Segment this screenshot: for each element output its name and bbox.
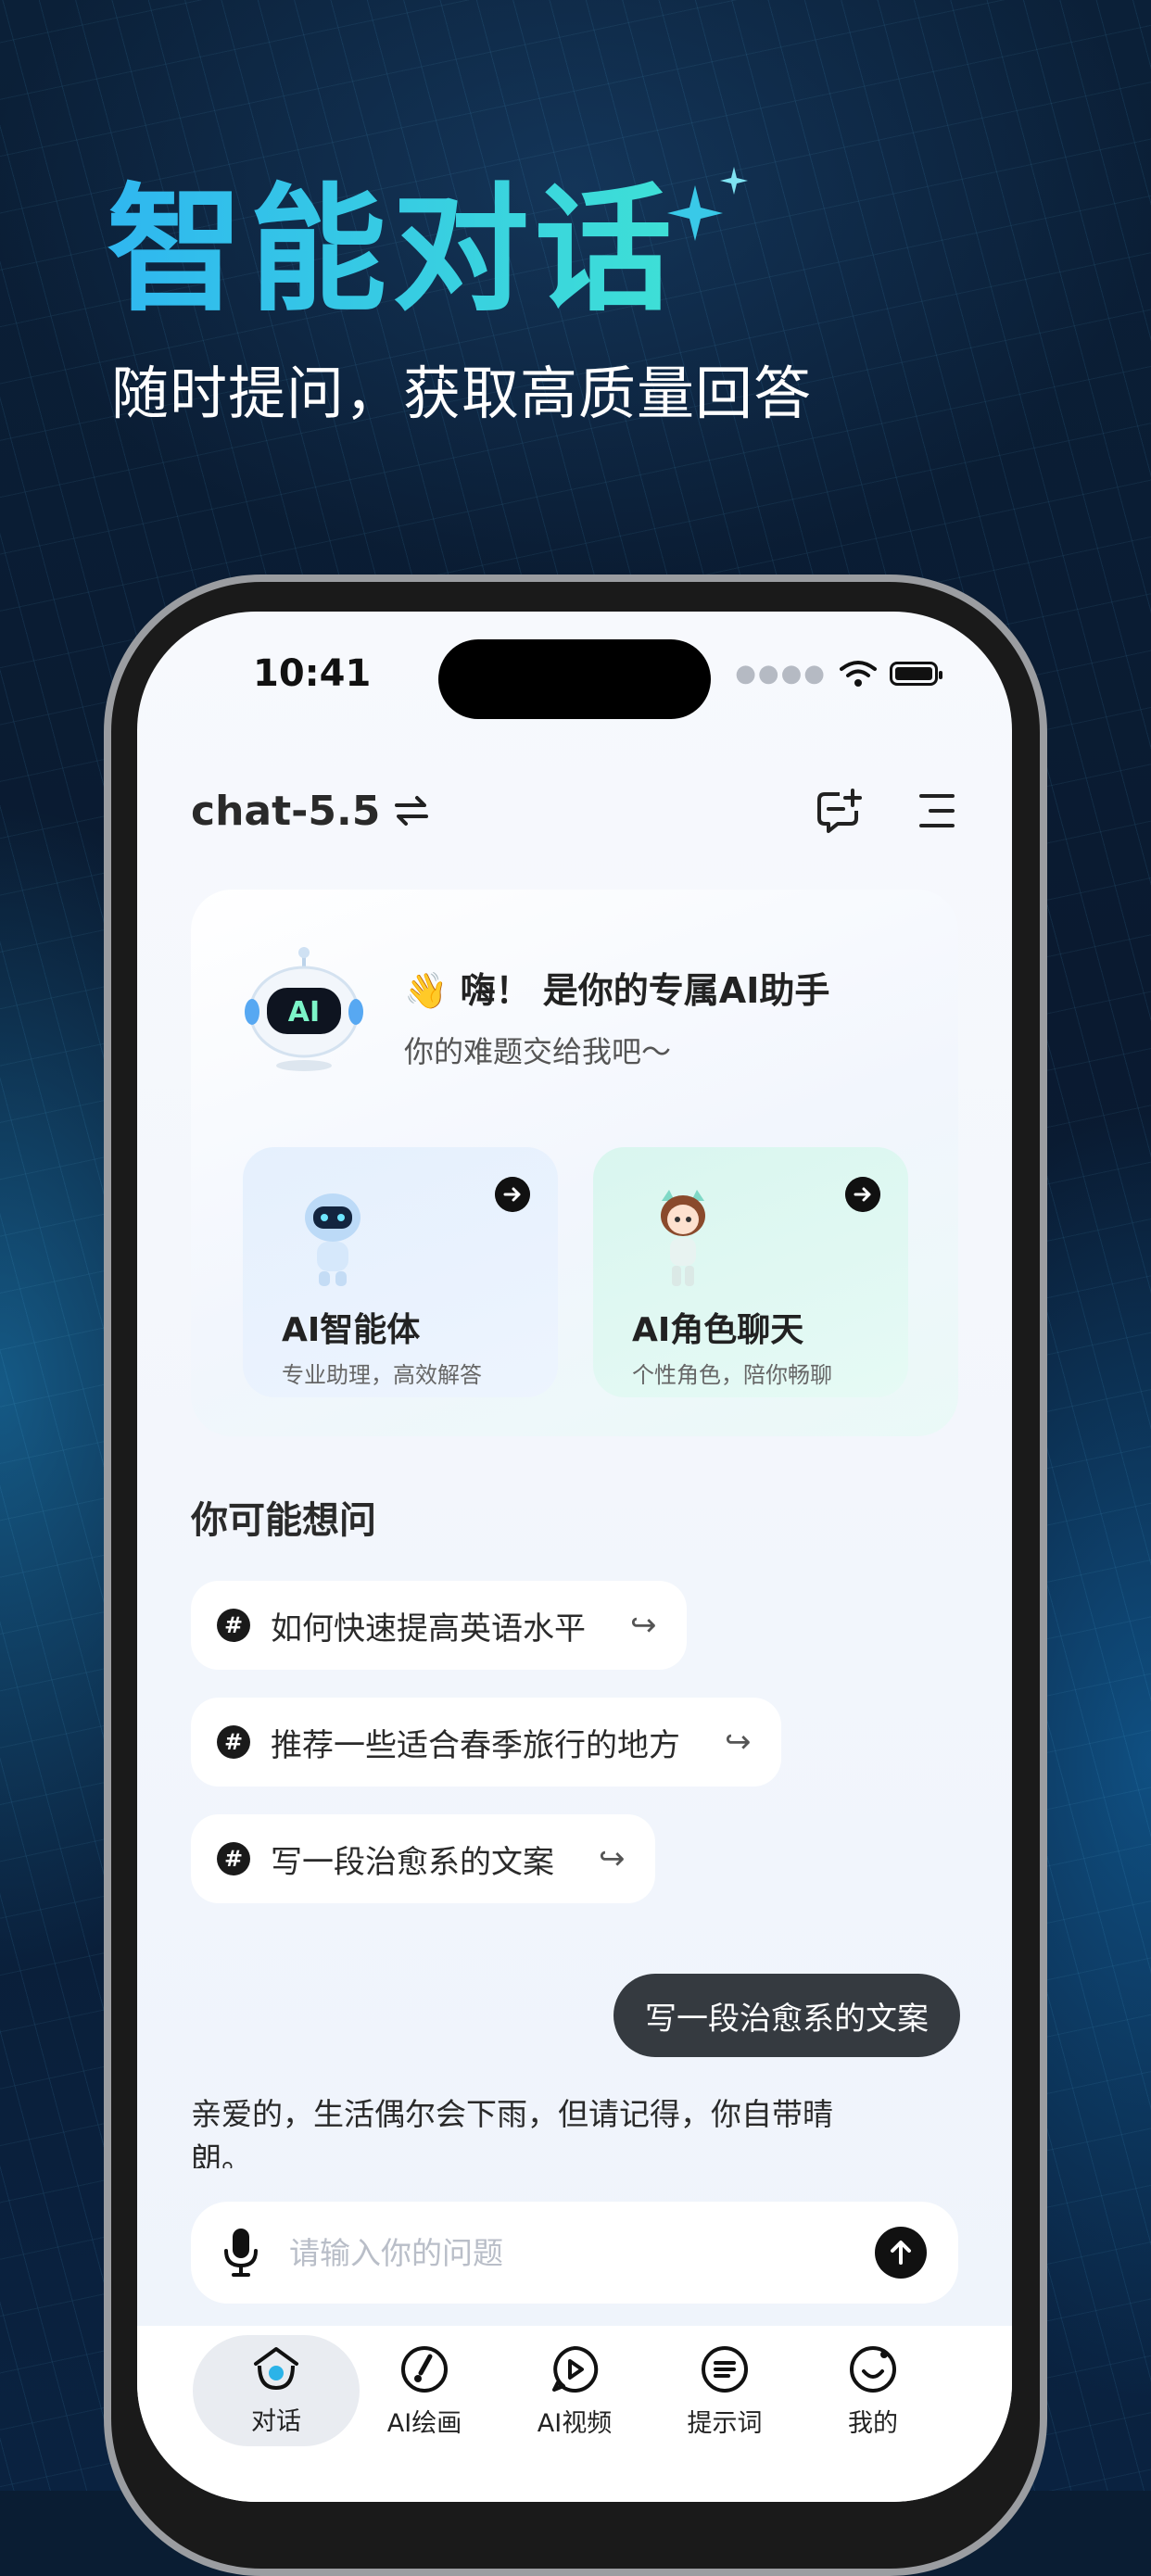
question-input[interactable]: [287, 2233, 875, 2272]
tab-label: 提示词: [687, 2408, 763, 2438]
greeting-line: 👋 嗨！ 是你的专属AI助手: [404, 962, 829, 1013]
sparkle-icon: [667, 167, 748, 241]
suggestion-text: 如何快速提高英语水平: [271, 1610, 586, 1648]
suggestion-chip[interactable]: # 如何快速提高英语水平 ↪: [191, 1581, 687, 1670]
suggestion-chip[interactable]: # 写一段治愈系的文案 ↪: [191, 1814, 655, 1903]
assistant-reply: 亲爱的，生活偶尔会下雨，但请记得，你自带晴朗。: [191, 2096, 833, 2168]
robot-face-label: AI: [288, 996, 320, 1029]
tab-label: 对话: [251, 2406, 301, 2436]
tab-label: AI绘画: [386, 2408, 462, 2438]
welcome-card: AI 👋 嗨！ 是你的专属AI助手 你的难题交给我吧～ AI智能体 专业助理，高…: [191, 890, 958, 1436]
prompt-tab-icon: [702, 2345, 748, 2393]
blue-robot-illustration: [305, 1193, 360, 1286]
phone-screen: 10:41 ●●●● chat-5.5 AI 👋 嗨！ 是你的专属AI助手 你的…: [137, 612, 1012, 2502]
suggestion-text: 推荐一些适合春季旅行的地方: [271, 1726, 680, 1764]
hashtag-icon: #: [217, 1842, 250, 1875]
tab-ai-video[interactable]: AI视频: [491, 2335, 658, 2446]
model-name: chat-5.5: [191, 787, 381, 835]
wifi-icon: [840, 661, 877, 687]
greeting-subtext: 你的难题交给我吧～: [404, 1034, 672, 1069]
status-time: 10:41: [253, 652, 372, 695]
tab-label: 我的: [848, 2408, 898, 2438]
character-illustration: [661, 1190, 705, 1286]
tab-chat[interactable]: 对话: [193, 2335, 360, 2446]
new-chat-icon[interactable]: [816, 787, 864, 835]
user-message-bubble: 写一段治愈系的文案: [613, 1974, 960, 2057]
hashtag-icon: #: [217, 1725, 250, 1759]
chat-tab-icon: [254, 2346, 298, 2390]
forward-arrow-icon: ↪: [599, 1840, 626, 1877]
hashtag-icon: #: [217, 1609, 250, 1642]
tab-label: AI视频: [537, 2408, 613, 2438]
chat-input-bar: [191, 2202, 958, 2304]
app-header: chat-5.5: [191, 778, 958, 843]
smile-profile-icon: [850, 2345, 896, 2393]
ai-role-chat-card[interactable]: AI角色聊天 个性角色，陪你畅聊: [593, 1147, 908, 1397]
dynamic-island: [438, 639, 711, 719]
promo-title: 智能对话: [107, 170, 677, 330]
video-play-tab-icon: [552, 2345, 599, 2393]
arrow-right-icon: [845, 1177, 880, 1212]
swap-arrows-icon: [395, 796, 429, 826]
bottom-tab-bar: 对话 AI绘画 AI视频 提示词 我的: [137, 2326, 1012, 2502]
card-subtitle: 个性角色，陪你畅聊: [632, 1362, 832, 1388]
signal-dots-icon: ●●●●: [735, 660, 827, 688]
tab-profile[interactable]: 我的: [790, 2335, 956, 2446]
suggestion-text: 写一段治愈系的文案: [271, 1843, 554, 1881]
microphone-icon[interactable]: [222, 2227, 259, 2279]
wave-hand-icon: 👋: [404, 970, 449, 1011]
suggestions-heading: 你可能想问: [191, 1499, 376, 1542]
brush-tab-icon: [401, 2345, 448, 2393]
ai-agent-card[interactable]: AI智能体 专业助理，高效解答: [243, 1147, 558, 1397]
arrow-up-icon: [891, 2241, 911, 2265]
model-switcher[interactable]: chat-5.5: [191, 788, 430, 835]
promo-subtitle: 随时提问，获取高质量回答: [111, 360, 813, 427]
tab-ai-drawing[interactable]: AI绘画: [341, 2335, 508, 2446]
ai-robot-avatar: AI: [245, 947, 363, 1071]
menu-icon[interactable]: [916, 790, 958, 831]
suggestion-chip[interactable]: # 推荐一些适合春季旅行的地方 ↪: [191, 1698, 781, 1787]
forward-arrow-icon: ↪: [725, 1724, 752, 1761]
greeting-text: 嗨！ 是你的专属AI助手: [460, 970, 830, 1011]
status-icons: ●●●●: [735, 660, 942, 688]
forward-arrow-icon: ↪: [630, 1607, 657, 1644]
tab-prompts[interactable]: 提示词: [641, 2335, 808, 2446]
send-button[interactable]: [875, 2227, 927, 2279]
battery-icon: [890, 662, 942, 686]
card-title: AI角色聊天: [632, 1311, 804, 1349]
card-subtitle: 专业助理，高效解答: [282, 1362, 482, 1388]
arrow-right-icon: [495, 1177, 530, 1212]
card-title: AI智能体: [282, 1311, 421, 1349]
